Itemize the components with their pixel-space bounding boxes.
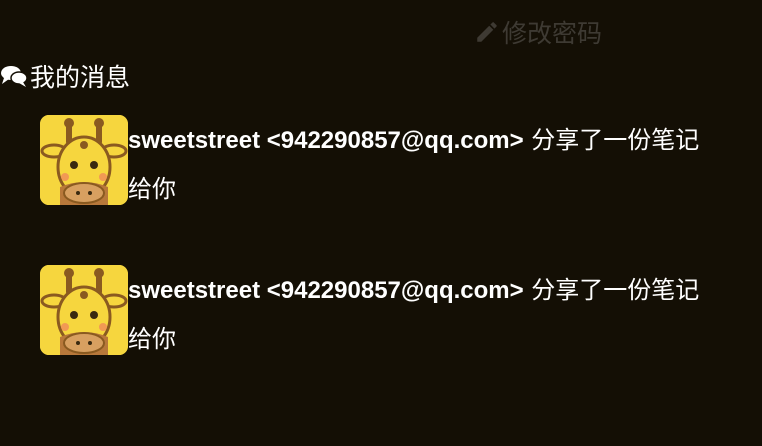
message-item[interactable]: sweetstreet <942290857@qq.com> 分享了一份笔记给你: [40, 265, 720, 363]
giraffe-avatar: [40, 115, 128, 205]
message-sender[interactable]: sweetstreet <942290857@qq.com>: [128, 127, 524, 154]
message-text: sweetstreet <942290857@qq.com> 分享了一份笔记给你: [128, 116, 718, 213]
messages-page: 修改密码 我的消息 sweetstreet <942290857@qq.com>…: [0, 0, 762, 446]
message-item[interactable]: sweetstreet <942290857@qq.com> 分享了一份笔记给你: [40, 115, 720, 213]
message-text: sweetstreet <942290857@qq.com> 分享了一份笔记给你: [128, 266, 718, 363]
messages-section-label: 我的消息: [30, 63, 131, 92]
messages-section-title: 我的消息: [0, 58, 130, 94]
comments-icon: [0, 64, 28, 88]
change-password-label: 修改密码: [502, 19, 603, 48]
pencil-icon: [474, 19, 500, 45]
message-sender[interactable]: sweetstreet <942290857@qq.com>: [128, 277, 524, 304]
change-password-link[interactable]: 修改密码: [474, 14, 602, 50]
giraffe-avatar: [40, 265, 128, 355]
